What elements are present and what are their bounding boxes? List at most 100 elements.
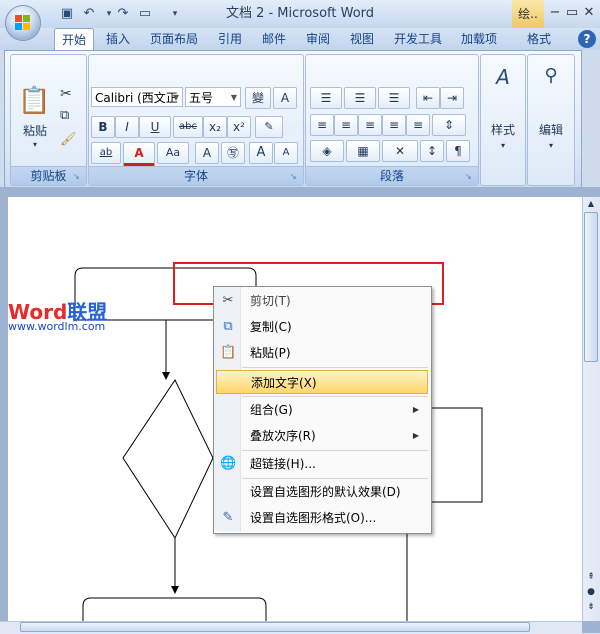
scissors-icon[interactable]: ✂ xyxy=(60,86,72,102)
align-left-button[interactable]: ≡ xyxy=(310,114,334,136)
align-right-button[interactable]: ≡ xyxy=(358,114,382,136)
menu-item-format-shape[interactable]: ✎ 设置自选图形格式(O)... xyxy=(214,506,429,530)
bold-button[interactable]: B xyxy=(91,116,115,138)
clear-formatting-button[interactable]: ✎ xyxy=(255,116,283,138)
styles-group[interactable]: A 样式 ▾ xyxy=(480,54,526,186)
font-group-label: 字体 xyxy=(89,166,303,185)
binoculars-icon: ⚲ xyxy=(544,65,558,86)
copy-icon[interactable]: ⧉ xyxy=(60,108,69,123)
customize-icon[interactable]: ▾ xyxy=(166,5,184,23)
menu-item-label: 超链接(H)... xyxy=(250,457,316,471)
chevron-down-icon: ▾ xyxy=(548,141,553,150)
watermark-url: www.wordlm.com xyxy=(8,320,106,333)
submenu-arrow-icon: ▶ xyxy=(412,431,419,440)
scissors-icon: ✂ xyxy=(222,293,234,308)
editing-group[interactable]: ⚲ 编辑 ▾ xyxy=(527,54,575,186)
tab-view[interactable]: 视图 xyxy=(345,28,379,50)
menu-separator xyxy=(242,450,428,451)
menu-separator xyxy=(242,367,428,368)
redo-icon[interactable]: ↷ xyxy=(114,5,132,23)
tab-developer[interactable]: 开发工具 xyxy=(389,28,447,50)
paste-icon: 📋 xyxy=(220,345,237,360)
menu-item-group[interactable]: 组合(G) ▶ xyxy=(214,398,429,422)
menu-item-hyperlink[interactable]: 🌐 超链接(H)... xyxy=(214,452,429,476)
scroll-up-icon[interactable]: ▲ xyxy=(584,199,598,209)
menu-item-set-default-effect[interactable]: 设置自选图形的默认效果(D) xyxy=(214,480,429,504)
numbering-button[interactable]: ☰ xyxy=(344,87,376,109)
paste-button[interactable]: 粘贴 xyxy=(18,122,52,139)
justify-button[interactable]: ≡ xyxy=(382,114,406,136)
paragraph-group-label: 段落 xyxy=(306,166,478,185)
close-icon[interactable]: ✕ xyxy=(580,4,598,22)
shrink-font-button[interactable]: A xyxy=(274,142,298,164)
chinese-layout-button[interactable]: ✕ xyxy=(382,140,418,162)
tab-review[interactable]: 审阅 xyxy=(301,28,335,50)
underline-button[interactable]: U xyxy=(139,116,171,138)
undo-icon[interactable]: ↶ xyxy=(80,5,98,23)
decrease-indent-button[interactable]: ⇤ xyxy=(416,87,440,109)
paragraph-dialog-launcher-icon[interactable]: ↘ xyxy=(465,172,475,182)
sort-button[interactable]: ↕ xyxy=(420,140,444,162)
save-icon[interactable]: ▣ xyxy=(58,5,76,23)
highlight-button[interactable]: ab xyxy=(91,142,121,164)
dialog-launcher-icon[interactable]: ↘ xyxy=(73,172,83,182)
vertical-scroll-thumb[interactable] xyxy=(584,212,598,362)
menu-item-label: 叠放次序(R) xyxy=(250,429,316,443)
increase-indent-button[interactable]: ⇥ xyxy=(440,87,464,109)
bullets-button[interactable]: ☰ xyxy=(310,87,342,109)
menu-item-copy[interactable]: ⧉ 复制(C) xyxy=(214,315,429,339)
office-logo-icon xyxy=(15,15,31,31)
horizontal-scroll-thumb[interactable] xyxy=(20,622,530,632)
menu-item-cut[interactable]: ✂ 剪切(T) xyxy=(214,289,429,313)
paste-dropdown-icon[interactable]: ▾ xyxy=(18,140,52,149)
next-page-icon[interactable]: ⇟ xyxy=(584,602,598,614)
paste-icon[interactable]: 📋 xyxy=(18,86,50,116)
superscript-button[interactable]: x² xyxy=(227,116,251,138)
menu-item-paste[interactable]: 📋 粘贴(P) xyxy=(214,341,429,365)
tab-mailings[interactable]: 邮件 xyxy=(257,28,291,50)
multilevel-list-button[interactable]: ☰ xyxy=(378,87,410,109)
show-hide-marks-button[interactable]: ¶ xyxy=(446,140,470,162)
menu-item-label: 设置自选图形格式(O)... xyxy=(250,511,377,525)
help-icon[interactable]: ? xyxy=(578,30,596,48)
menu-item-label: 组合(G) xyxy=(250,403,293,417)
previous-page-icon[interactable]: ⇞ xyxy=(584,572,598,584)
menu-item-label: 复制(C) xyxy=(250,320,292,334)
align-center-button[interactable]: ≡ xyxy=(334,114,358,136)
change-case-button[interactable]: Aa xyxy=(157,142,189,164)
font-dialog-launcher-icon[interactable]: ↘ xyxy=(290,172,300,182)
italic-button[interactable]: I xyxy=(115,116,139,138)
font-color-button[interactable]: A xyxy=(123,142,155,166)
tab-page-layout[interactable]: 页面布局 xyxy=(145,28,203,50)
tab-format[interactable]: 格式 xyxy=(520,28,558,50)
character-border-button[interactable]: A xyxy=(273,87,297,109)
format-shape-icon: ✎ xyxy=(222,510,234,525)
office-button[interactable] xyxy=(6,6,40,40)
strikethrough-button[interactable]: abc xyxy=(173,116,203,138)
shading-button[interactable]: ◈ xyxy=(310,140,344,162)
tab-references[interactable]: 引用 xyxy=(213,28,247,50)
menu-item-order[interactable]: 叠放次序(R) ▶ xyxy=(214,424,429,448)
menu-item-add-text[interactable]: 添加文字(X) xyxy=(216,370,428,394)
menu-item-label: 添加文字(X) xyxy=(251,376,317,390)
phonetic-guide-button[interactable]: 變 xyxy=(245,87,271,109)
minimize-icon[interactable]: − xyxy=(546,4,564,22)
subscript-button[interactable]: x₂ xyxy=(203,116,227,138)
format-painter-icon[interactable]: 🖌 xyxy=(60,132,77,147)
tab-home[interactable]: 开始 xyxy=(54,28,94,51)
enclose-characters-button[interactable]: ㊢ xyxy=(221,142,245,164)
menu-item-label: 剪切(T) xyxy=(250,294,291,308)
submenu-arrow-icon: ▶ xyxy=(412,405,419,414)
font-name-combo[interactable]: Calibri (西文正 ▼ xyxy=(91,87,183,107)
borders-button[interactable]: ▦ xyxy=(346,140,380,162)
distributed-button[interactable]: ≡ xyxy=(406,114,430,136)
line-spacing-button[interactable]: ⇕ xyxy=(432,114,466,136)
restore-icon[interactable]: ▭ xyxy=(563,4,581,22)
tab-insert[interactable]: 插入 xyxy=(100,28,136,50)
character-shading-button[interactable]: A xyxy=(195,142,219,164)
tab-addins[interactable]: 加载项 xyxy=(456,28,502,50)
select-browse-object-icon[interactable]: ● xyxy=(584,587,598,599)
new-icon[interactable]: ▭ xyxy=(136,5,154,23)
font-size-combo[interactable]: 五号 ▼ xyxy=(185,87,241,107)
grow-font-button[interactable]: A xyxy=(249,142,273,164)
